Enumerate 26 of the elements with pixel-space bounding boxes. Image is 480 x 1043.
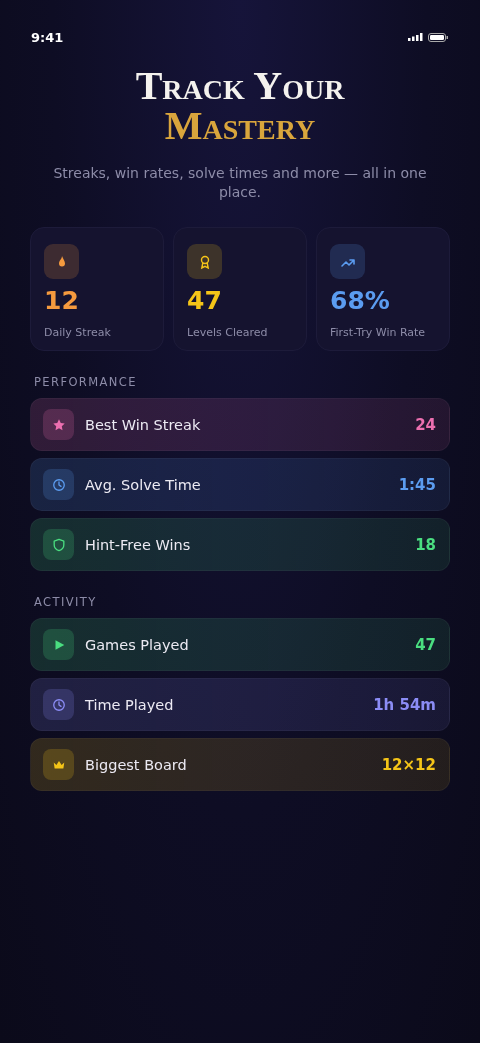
row-value: 47 bbox=[415, 635, 436, 654]
page-title: Track Your bbox=[135, 66, 345, 106]
row-value: 1h 54m bbox=[373, 695, 436, 714]
row-value: 12×12 bbox=[381, 755, 436, 774]
stat-label: Daily Streak bbox=[44, 326, 112, 339]
battery-icon bbox=[428, 32, 448, 42]
stat-label: First-Try Win Rate bbox=[330, 326, 427, 339]
section-heading: PERFORMANCE bbox=[33, 375, 138, 389]
row-label: Biggest Board bbox=[85, 756, 188, 773]
page-title-highlight: Mastery bbox=[164, 106, 316, 146]
stat-value: 47 bbox=[187, 286, 223, 316]
row-value: 18 bbox=[415, 535, 436, 554]
row-label: Time Played bbox=[85, 696, 175, 713]
row-value: 1:45 bbox=[398, 475, 436, 494]
row-value: 24 bbox=[415, 415, 436, 434]
stat-value: 68% bbox=[330, 286, 391, 316]
signal-icon bbox=[408, 33, 423, 41]
section-heading: ACTIVITY bbox=[33, 595, 98, 609]
row-label: Avg. Solve Time bbox=[85, 476, 202, 493]
row-label: Games Played bbox=[85, 636, 190, 653]
stat-label: Levels Cleared bbox=[187, 326, 269, 339]
row-label: Hint-Free Wins bbox=[85, 536, 192, 553]
subtitle: Streaks, win rates, solve times and more — all in one place. bbox=[52, 164, 428, 202]
status-time: 9:41 bbox=[31, 29, 64, 45]
row-label: Best Win Streak bbox=[85, 416, 202, 433]
stat-value: 12 bbox=[44, 286, 80, 316]
